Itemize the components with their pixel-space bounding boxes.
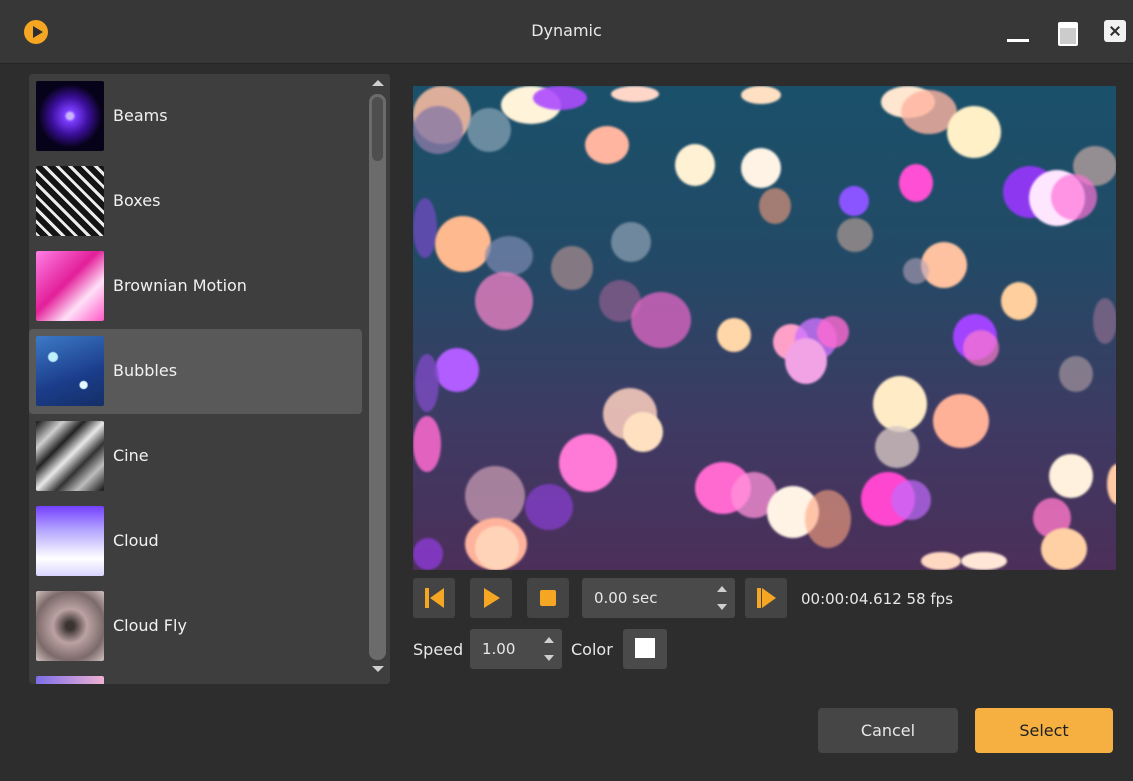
list-item-cloud-fly[interactable]: Cloud Fly <box>29 584 362 669</box>
list-scrollbar[interactable] <box>365 74 390 684</box>
list-item-partial[interactable] <box>29 669 362 684</box>
stop-icon <box>540 590 556 606</box>
scroll-up-icon[interactable] <box>372 80 384 86</box>
cloud-thumbnail <box>36 506 104 576</box>
scroll-track[interactable] <box>369 94 386 660</box>
effect-preview <box>413 86 1116 570</box>
color-picker-button[interactable] <box>623 629 667 669</box>
close-icon[interactable] <box>1104 20 1126 42</box>
minimize-icon[interactable] <box>1007 20 1031 44</box>
cancel-button[interactable]: Cancel <box>818 708 958 753</box>
list-item-cine[interactable]: Cine <box>29 414 362 499</box>
list-item-brownian-motion[interactable]: Brownian Motion <box>29 244 362 329</box>
play-button[interactable] <box>470 578 512 618</box>
skip-back-icon <box>425 588 429 608</box>
stop-button[interactable] <box>527 578 569 618</box>
dialog-window: Dynamic Beams Boxes Brownian Motion Bubb… <box>0 0 1133 781</box>
scroll-down-icon[interactable] <box>372 666 384 672</box>
spin-up-icon[interactable] <box>717 586 727 592</box>
boxes-thumbnail <box>36 166 104 236</box>
list-item-beams[interactable]: Beams <box>29 74 362 159</box>
list-item-label: Brownian Motion <box>113 276 247 295</box>
speed-label: Speed <box>413 640 464 659</box>
spin-down-icon[interactable] <box>717 604 727 610</box>
list-item-boxes[interactable]: Boxes <box>29 159 362 244</box>
speed-spinbox[interactable]: 1.00 <box>470 629 562 669</box>
list-item-label: Cloud Fly <box>113 616 187 635</box>
bubbles-thumbnail <box>36 336 104 406</box>
title-bar: Dynamic <box>0 0 1133 64</box>
list-item-label: Cine <box>113 446 149 465</box>
list-item-cloud[interactable]: Cloud <box>29 499 362 584</box>
beams-thumbnail <box>36 81 104 151</box>
time-value: 0.00 sec <box>594 589 658 607</box>
timecode-readout: 00:00:04.612 58 fps <box>801 590 954 608</box>
brownian-motion-thumbnail <box>36 251 104 321</box>
previous-frame-button[interactable] <box>413 578 455 618</box>
list-item-label: Bubbles <box>113 361 178 380</box>
list-item-label: Cloud <box>113 531 159 550</box>
list-item-label: Beams <box>113 106 168 125</box>
list-item-bubbles[interactable]: Bubbles <box>29 329 362 414</box>
maximize-icon[interactable] <box>1056 20 1080 46</box>
partial-thumbnail <box>36 676 104 684</box>
color-swatch <box>635 638 655 658</box>
skip-forward-icon <box>757 588 761 608</box>
spin-up-icon[interactable] <box>544 637 554 643</box>
window-title: Dynamic <box>531 21 602 40</box>
scroll-thumb[interactable] <box>372 97 383 161</box>
cine-thumbnail <box>36 421 104 491</box>
spin-down-icon[interactable] <box>544 655 554 661</box>
color-label: Color <box>571 640 613 659</box>
speed-value: 1.00 <box>482 640 516 658</box>
time-spinbox[interactable]: 0.00 sec <box>582 578 735 618</box>
cloud-fly-thumbnail <box>36 591 104 661</box>
effects-list[interactable]: Beams Boxes Brownian Motion Bubbles Cine… <box>29 74 390 684</box>
list-item-label: Boxes <box>113 191 161 210</box>
play-icon <box>484 588 500 608</box>
select-button[interactable]: Select <box>975 708 1113 753</box>
next-frame-button[interactable] <box>745 578 787 618</box>
